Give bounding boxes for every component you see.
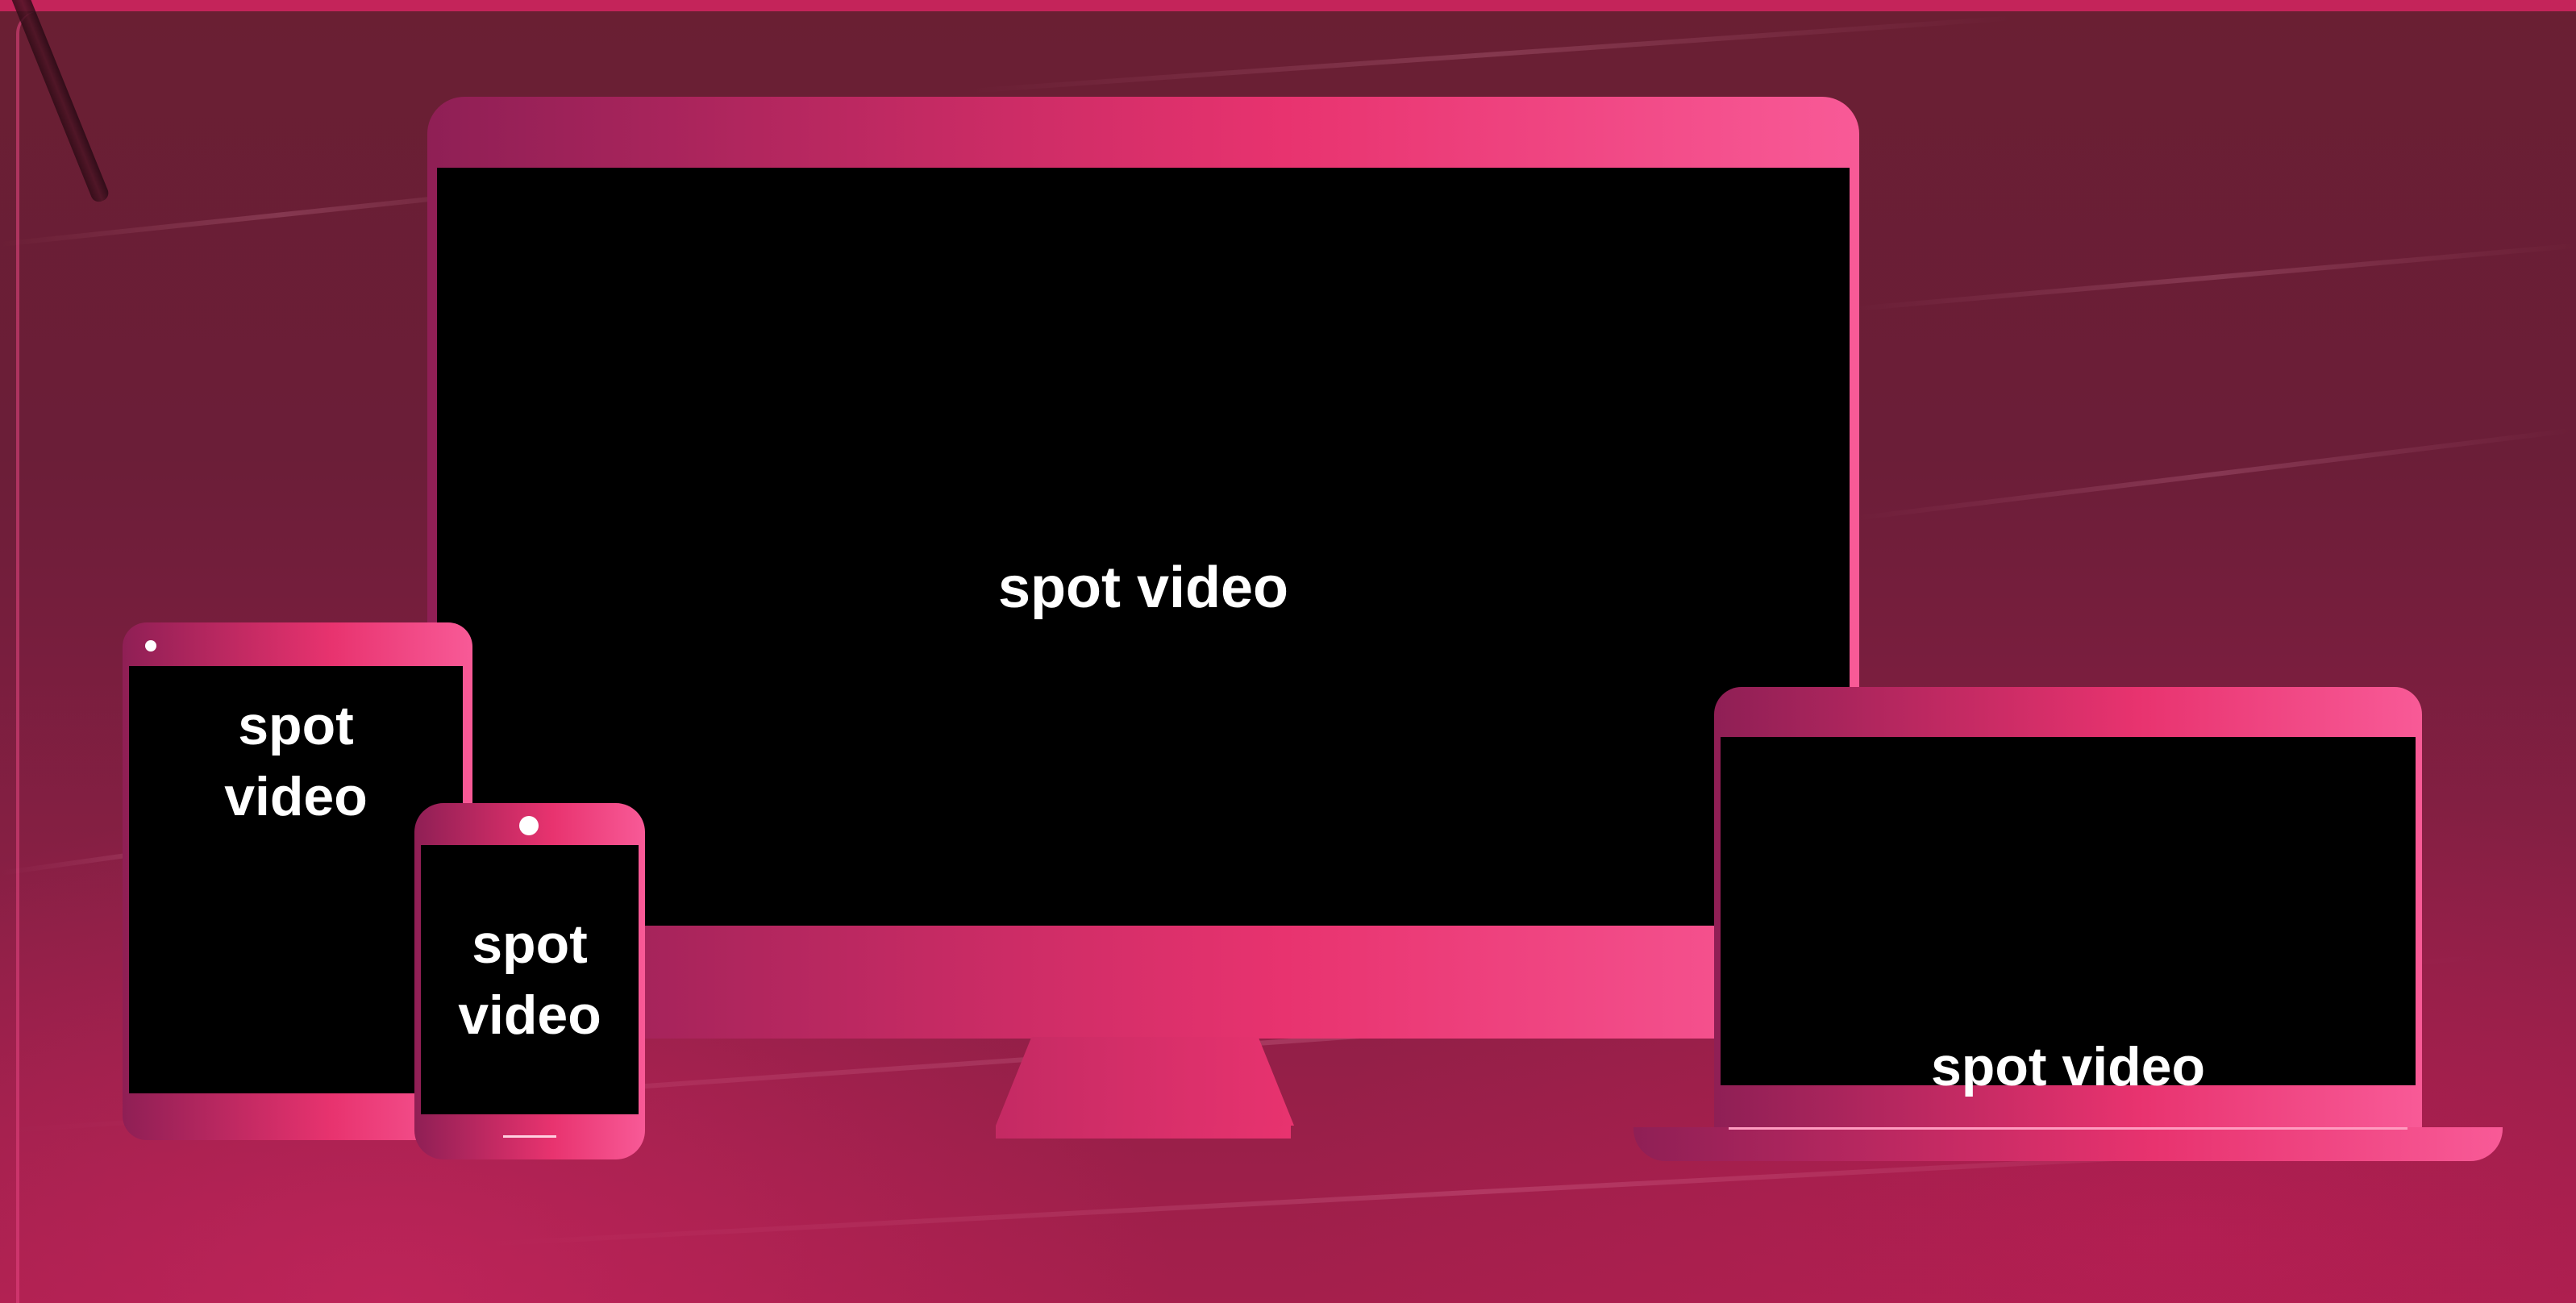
tablet-screen: spot video [129, 666, 463, 1093]
monitor-neck [996, 1037, 1294, 1126]
stage: spot video spot video spot video spot vi… [0, 0, 2576, 1303]
phone-label-line2: video [458, 985, 601, 1046]
laptop-video-label: spot video [1930, 1036, 2206, 1097]
monitor-video-label: spot video [997, 556, 1289, 620]
phone-home-indicator [503, 1135, 556, 1138]
tablet-camera-icon [145, 640, 156, 652]
phone-device: spot video [414, 803, 645, 1159]
tablet-label-line1: spot [238, 695, 354, 756]
top-accent-bar [0, 0, 2576, 11]
phone-video-label: spot video [458, 909, 601, 1051]
phone-camera-icon [519, 816, 539, 835]
monitor-screen: spot video [437, 168, 1850, 926]
laptop-base [1633, 1127, 2503, 1161]
tablet-label-line2: video [224, 766, 368, 827]
laptop-screen: spot video [1721, 737, 2416, 1097]
tablet-video-label: spot video [224, 690, 368, 832]
laptop-hinge-line [1729, 1127, 2407, 1130]
phone-screen: spot video [421, 845, 639, 1114]
monitor-base [996, 1126, 1291, 1139]
phone-label-line1: spot [472, 914, 588, 975]
laptop-device: spot video [1714, 687, 2422, 1127]
